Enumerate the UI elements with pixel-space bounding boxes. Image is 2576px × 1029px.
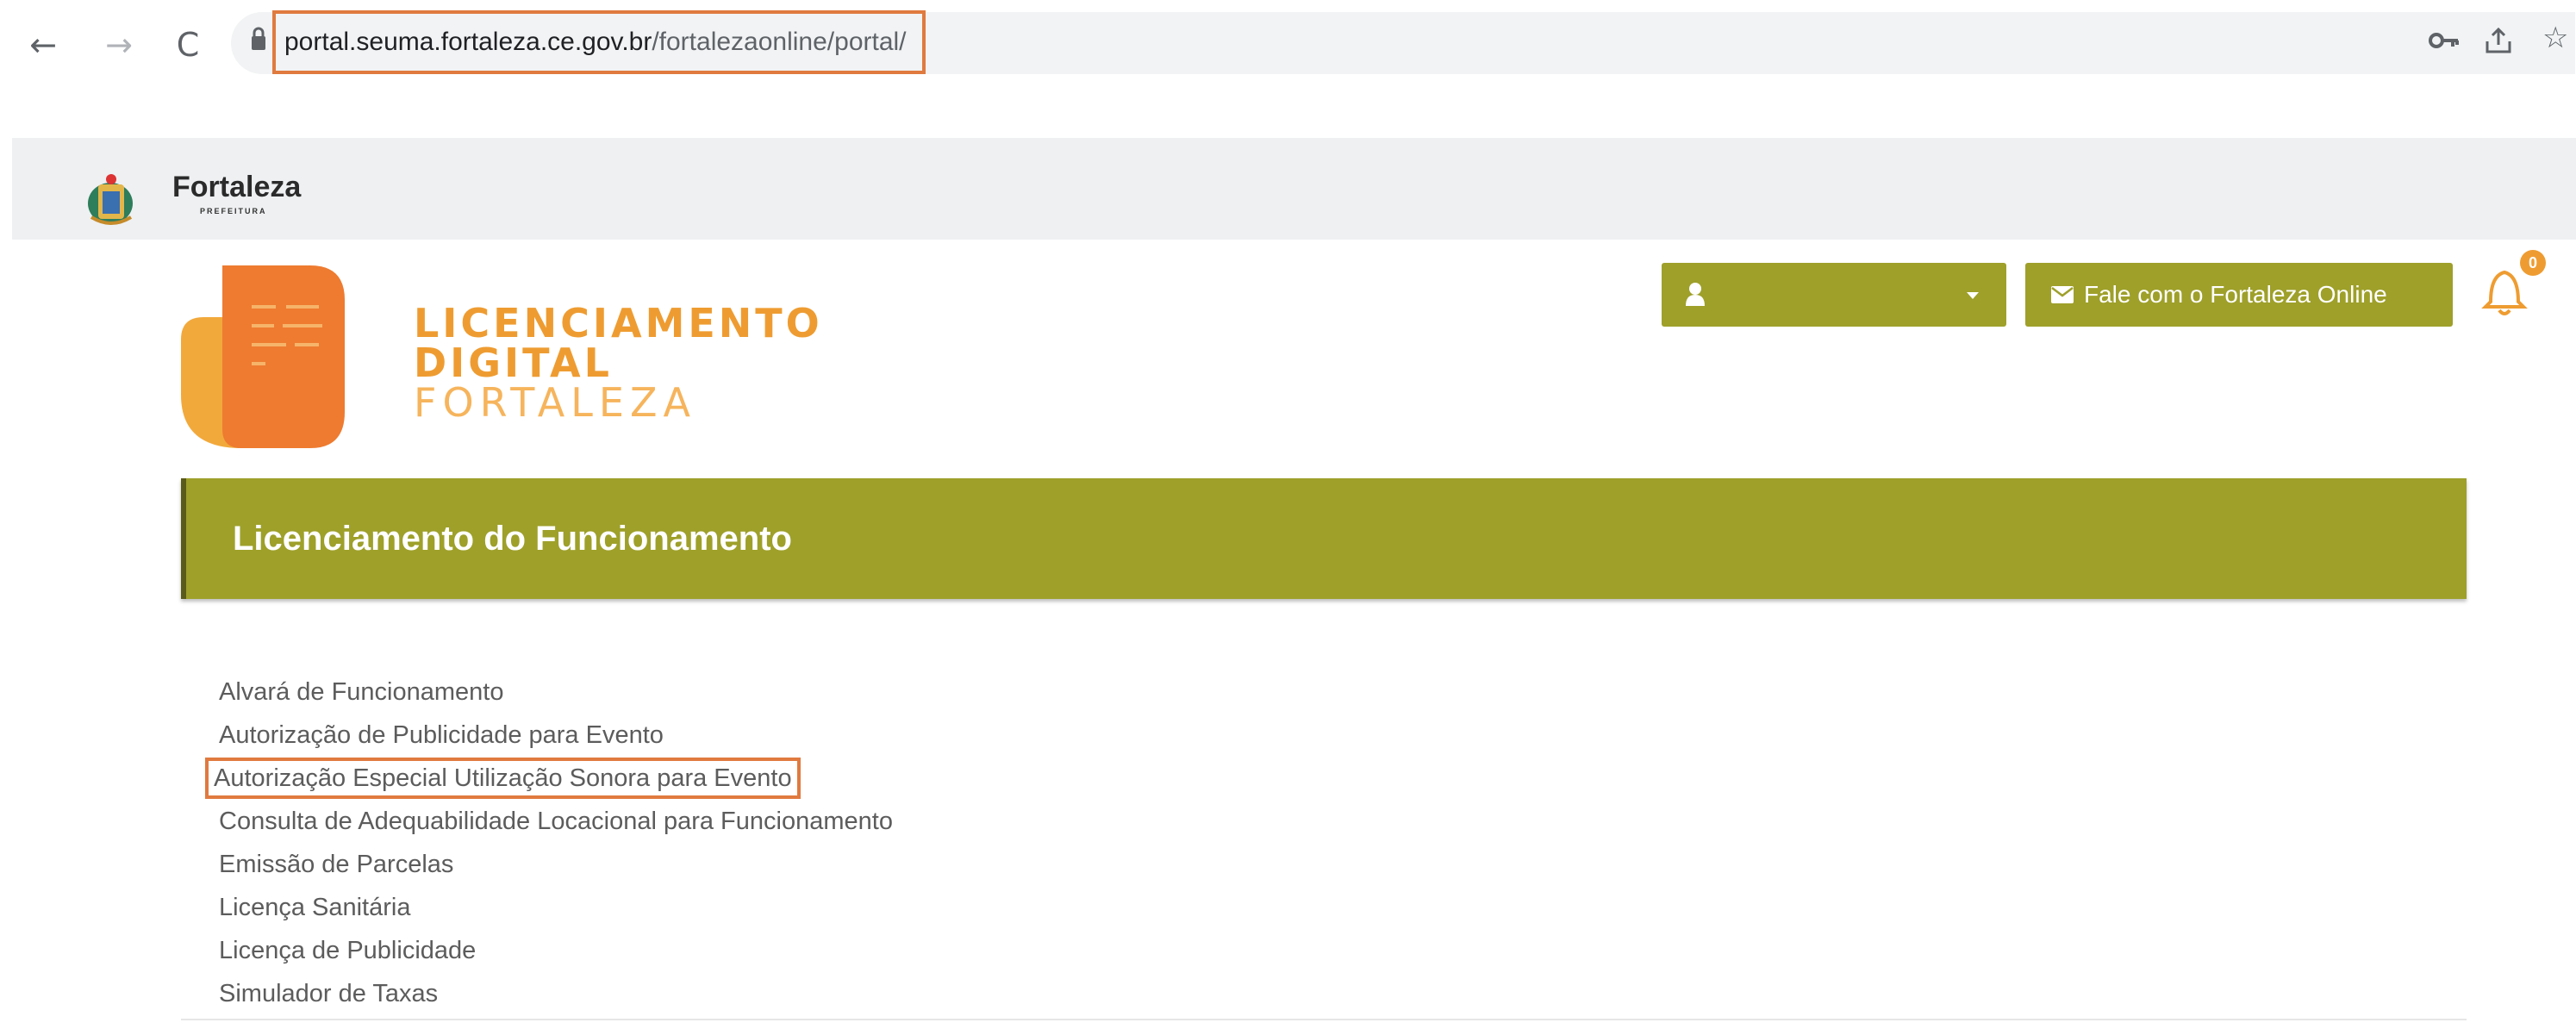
service-link-label[interactable]: Autorização Especial Utilização Sonora p… [205,758,801,799]
service-link-label[interactable]: Licença Sanitária [214,886,415,929]
reload-icon[interactable]: C [164,19,212,71]
service-link-label[interactable]: Simulador de Taxas [214,972,443,1015]
section-banner: Licenciamento do Funcionamento [181,478,2467,599]
url-host: portal.seuma.fortaleza.ce.gov.br [284,28,652,56]
service-link[interactable]: Licença Sanitária [214,886,898,929]
service-link-label[interactable]: Autorização de Publicidade para Evento [214,714,669,757]
gov-title: Fortaleza [172,171,302,203]
divider [181,1019,2467,1020]
service-list: Alvará de Funcionamento Autorização de P… [205,670,898,1015]
notification-badge: 0 [2520,250,2546,276]
service-link[interactable]: Alvará de Funcionamento [214,670,898,714]
service-link[interactable]: Licença de Publicidade [214,929,898,972]
url-text[interactable]: portal.seuma.fortaleza.ce.gov.br/fortale… [272,10,926,74]
brand-title-line3: FORTALEZA [414,379,696,426]
key-icon[interactable] [2429,31,2460,50]
section-title: Licenciamento do Funcionamento [233,519,792,558]
gov-subtitle: PREFEITURA [200,207,267,215]
forward-arrow-icon[interactable]: → [95,19,143,71]
government-header [12,138,2576,240]
contact-label: Fale com o Fortaleza Online [2084,281,2387,308]
chevron-down-icon [1967,292,1979,299]
service-link-label[interactable]: Emissão de Parcelas [214,843,458,886]
user-icon [1686,283,1705,306]
service-link-label[interactable]: Alvará de Funcionamento [214,670,508,714]
lock-icon [252,27,265,50]
service-link-label[interactable]: Consulta de Adequabilidade Locacional pa… [214,800,898,843]
service-link-highlighted[interactable]: Autorização Especial Utilização Sonora p… [205,757,898,800]
mail-icon [2051,286,2074,303]
service-link[interactable]: Simulador de Taxas [214,972,898,1015]
back-arrow-icon[interactable]: ← [19,19,67,71]
service-link-label[interactable]: Licença de Publicidade [214,929,481,972]
share-icon[interactable] [2484,26,2513,55]
service-link[interactable]: Autorização de Publicidade para Evento [214,714,898,757]
licenciamento-digital-logo[interactable] [181,265,388,448]
contact-button[interactable]: Fale com o Fortaleza Online [2025,263,2453,327]
service-link[interactable]: Consulta de Adequabilidade Locacional pa… [214,800,898,843]
user-menu-button[interactable] [1662,263,2006,327]
url-path: /fortalezaonline/portal/ [652,28,907,56]
browser-toolbar: ← → C portal.seuma.fortaleza.ce.gov.br/f… [0,0,2576,95]
service-link[interactable]: Emissão de Parcelas [214,843,898,886]
bookmark-star-icon[interactable]: ☆ [2542,21,2568,55]
